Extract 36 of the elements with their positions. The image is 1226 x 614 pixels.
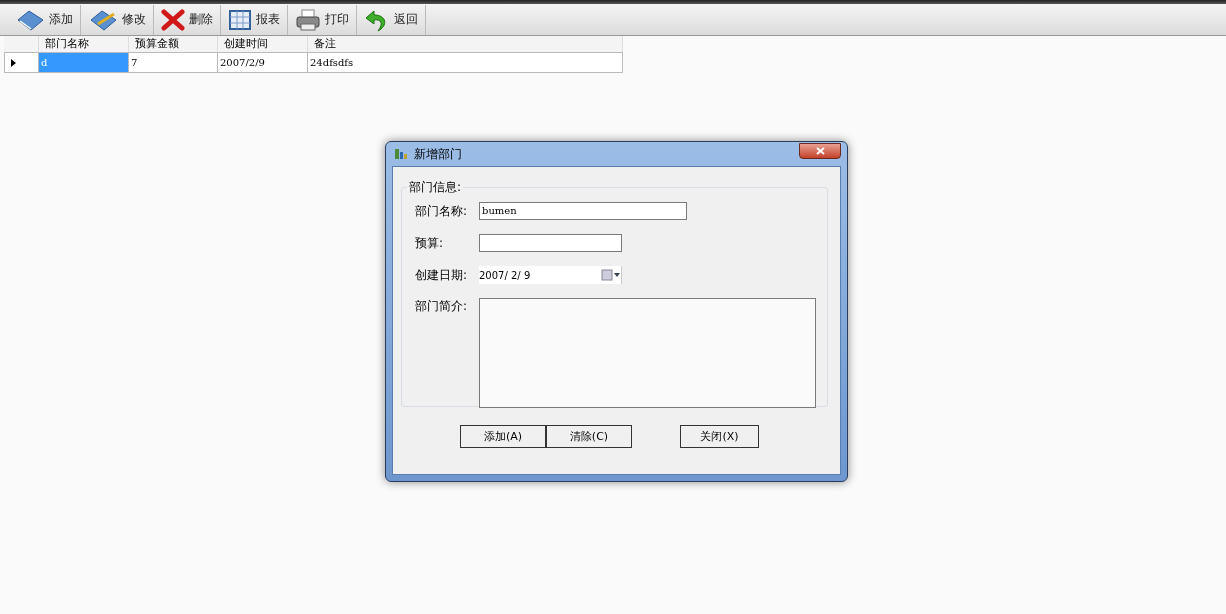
row-header[interactable]: [4, 52, 39, 73]
dialog-button[interactable]: 清除(C): [546, 425, 632, 448]
printer-icon: [295, 7, 321, 32]
table-grid-icon: [228, 7, 252, 32]
cross-icon: [161, 7, 185, 32]
field-label: 部门简介:: [415, 298, 469, 315]
table-cell: 24dfsdfs: [308, 52, 623, 73]
column-header[interactable]: 创建时间: [218, 36, 308, 52]
toolbar-button[interactable]: 返回: [357, 4, 426, 35]
toolbar-button[interactable]: 删除: [154, 4, 221, 35]
field-label: 创建日期:: [415, 266, 469, 284]
header-corner: [4, 36, 39, 52]
toolbar-button[interactable]: 修改: [81, 4, 154, 35]
column-header[interactable]: 部门名称: [39, 36, 129, 52]
dialog-title: 新增部门: [414, 145, 462, 163]
app-icon: [394, 147, 408, 161]
text-field[interactable]: bumen: [479, 202, 687, 220]
toolbar-button[interactable]: 添加: [8, 4, 81, 35]
column-header[interactable]: 预算金额: [129, 36, 218, 52]
group-title: 部门信息:: [408, 179, 463, 196]
calendar-dropdown-icon: [601, 269, 621, 281]
date-picker[interactable]: 2007/ 2/ 9: [479, 266, 622, 284]
field-label: 部门名称:: [415, 202, 469, 220]
close-icon: [815, 147, 825, 155]
toolbar-button[interactable]: 打印: [288, 4, 357, 35]
toolbar-button[interactable]: 报表: [221, 4, 288, 35]
dialog-button[interactable]: 关闭(X): [680, 425, 759, 448]
dialog-button[interactable]: 添加(A): [460, 425, 546, 448]
table-cell: 7: [129, 52, 218, 73]
close-button[interactable]: [799, 143, 841, 159]
field-label: 预算:: [415, 234, 445, 252]
memo-field[interactable]: [479, 298, 816, 408]
table-cell: d: [39, 52, 129, 73]
column-header[interactable]: 备注: [308, 36, 623, 52]
text-field[interactable]: [479, 234, 622, 252]
table-cell: 2007/2/9: [218, 52, 308, 73]
